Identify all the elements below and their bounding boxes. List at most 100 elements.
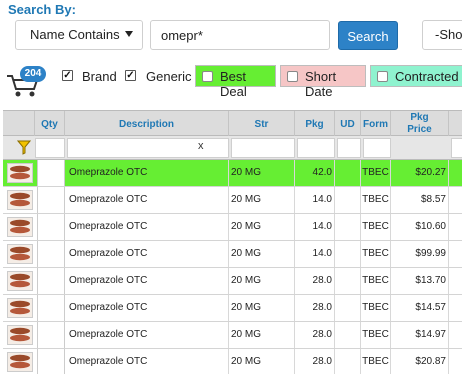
form-cell: TBEC [361, 214, 391, 240]
table-row[interactable]: Omeprazole OTC20 MG28.0 TBEC$14.574 [3, 295, 462, 322]
header-ud[interactable]: UD [335, 111, 361, 136]
brand-checkbox[interactable]: ✓ [62, 70, 73, 81]
contracted-checkbox[interactable] [377, 71, 388, 82]
table-row[interactable]: Omeprazole OTC20 MG42.0 TBEC$20.270 [3, 160, 462, 187]
table-header: Qty Description Str Pkg UD Form Pkg Pric… [3, 110, 462, 136]
price-cell: $10.60 [391, 214, 449, 240]
description-filter-input[interactable] [67, 138, 229, 158]
search-bar: Name Contains Search -Sho [0, 18, 462, 58]
pkg-cell: 28.0 [295, 295, 335, 321]
price-cell: $20.27 [391, 160, 449, 186]
extra-cell: 4 [449, 295, 462, 321]
pkg-cell: 14.0 [295, 214, 335, 240]
price-cell: $8.57 [391, 187, 449, 213]
extra-cell: 0 [449, 241, 462, 267]
product-image[interactable] [7, 244, 33, 264]
extra-filter-input[interactable] [451, 138, 462, 158]
str-filter-input[interactable] [231, 138, 295, 158]
product-image[interactable] [7, 298, 33, 318]
form-cell: TBEC [361, 160, 391, 186]
ud-cell [335, 349, 361, 374]
filter-icon[interactable] [17, 140, 31, 155]
form-cell: TBEC [361, 295, 391, 321]
price-cell: $99.99 [391, 241, 449, 267]
qty-input[interactable] [37, 322, 65, 348]
pkg-cell: 28.0 [295, 268, 335, 294]
form-cell: TBEC [361, 349, 391, 374]
form-filter-input[interactable] [363, 138, 391, 158]
qty-input[interactable] [37, 187, 65, 213]
qty-input[interactable] [37, 268, 65, 294]
search-mode-value: Name Contains [30, 27, 120, 42]
table-row[interactable]: Omeprazole OTC20 MG28.0 TBEC$14.970 [3, 322, 462, 349]
table-row[interactable]: Omeprazole OTC20 MG28.0 TBEC$20.874 [3, 349, 462, 374]
search-by-title: Search By: [8, 2, 76, 17]
table-row[interactable]: Omeprazole OTC20 MG28.0 TBEC$13.704 [3, 268, 462, 295]
pkg-filter-input[interactable] [297, 138, 335, 158]
product-image[interactable] [7, 352, 33, 372]
table-row[interactable]: Omeprazole OTC20 MG14.0 TBEC$10.600 [3, 214, 462, 241]
ud-cell [335, 241, 361, 267]
description-cell: Omeprazole OTC [67, 214, 229, 240]
header-image [3, 111, 35, 136]
product-image[interactable] [7, 325, 33, 345]
qty-input[interactable] [37, 349, 65, 374]
product-image[interactable] [7, 163, 33, 183]
str-cell: 20 MG [229, 241, 295, 267]
qty-filter-input[interactable] [35, 138, 65, 158]
best-deal-checkbox[interactable] [202, 71, 213, 82]
column-filter-row: x [3, 136, 462, 160]
extra-cell: 0 [449, 322, 462, 348]
cart-button[interactable]: 204 [6, 64, 46, 98]
header-str[interactable]: Str [229, 111, 295, 136]
pkg-cell: 14.0 [295, 187, 335, 213]
header-pkg-price-line1: Pkg [410, 112, 429, 123]
str-cell: 20 MG [229, 160, 295, 186]
form-cell: TBEC [361, 322, 391, 348]
generic-checkbox[interactable]: ✓ [125, 70, 136, 81]
contracted-label: Contracted [395, 69, 459, 84]
description-cell: Omeprazole OTC [67, 349, 229, 374]
best-deal-toggle[interactable]: Best Deal [195, 65, 276, 99]
price-cell: $14.97 [391, 322, 449, 348]
product-image[interactable] [7, 190, 33, 210]
qty-input[interactable] [37, 214, 65, 240]
product-image[interactable] [7, 271, 33, 291]
qty-input[interactable] [37, 295, 65, 321]
header-form[interactable]: Form [361, 111, 391, 136]
clear-filter-button[interactable]: x [198, 140, 204, 152]
search-input[interactable] [150, 20, 330, 50]
description-cell: Omeprazole OTC [67, 322, 229, 348]
header-pkg-price[interactable]: Pkg Price [391, 111, 449, 136]
extra-cell: 0 [449, 160, 462, 186]
str-cell: 20 MG [229, 322, 295, 348]
header-pkg[interactable]: Pkg [295, 111, 335, 136]
description-cell: Omeprazole OTC [67, 268, 229, 294]
product-image[interactable] [7, 217, 33, 237]
extra-cell: 0 [449, 214, 462, 240]
header-pkg-price-line2: Price [407, 124, 432, 135]
str-cell: 20 MG [229, 214, 295, 240]
short-date-checkbox[interactable] [287, 71, 298, 82]
pkg-cell: 28.0 [295, 322, 335, 348]
search-mode-select[interactable]: Name Contains [15, 20, 143, 50]
price-cell: $20.87 [391, 349, 449, 374]
ud-filter-input[interactable] [337, 138, 361, 158]
show-select[interactable]: -Sho [422, 20, 462, 50]
short-date-label: Short Date [305, 69, 337, 99]
description-cell: Omeprazole OTC [67, 160, 229, 186]
search-button[interactable]: Search [338, 21, 398, 50]
pkg-cell: 42.0 [295, 160, 335, 186]
qty-input[interactable] [37, 160, 65, 186]
qty-input[interactable] [37, 241, 65, 267]
short-date-toggle[interactable]: Short Date [280, 65, 366, 99]
table-row[interactable]: Omeprazole OTC20 MG14.0 TBEC$99.990 [3, 241, 462, 268]
table-row[interactable]: Omeprazole OTC20 MG14.0 TBEC$8.570 [3, 187, 462, 214]
description-cell: Omeprazole OTC [67, 187, 229, 213]
contracted-toggle[interactable]: Contracted [370, 65, 462, 87]
header-description[interactable]: Description [65, 111, 229, 136]
extra-cell: 4 [449, 349, 462, 374]
header-qty[interactable]: Qty [35, 111, 65, 136]
ud-cell [335, 322, 361, 348]
description-cell: Omeprazole OTC [67, 295, 229, 321]
